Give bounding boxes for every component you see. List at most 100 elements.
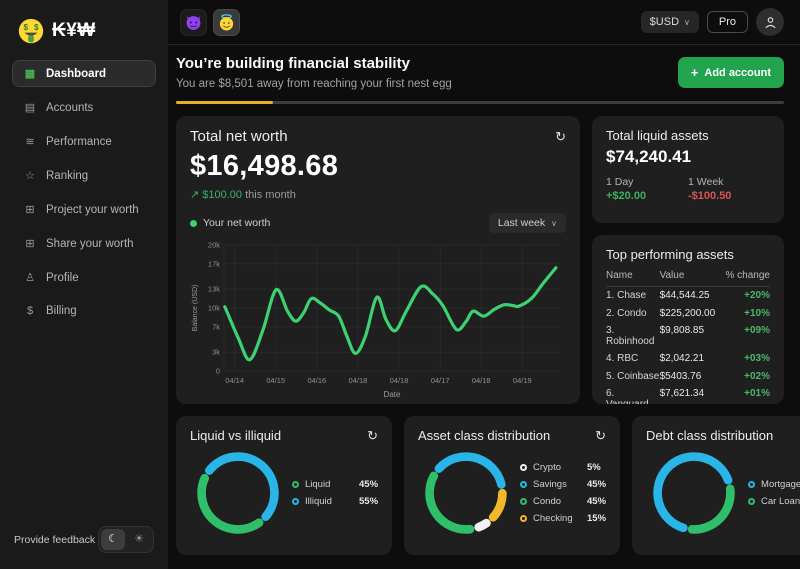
card-title: Debt class distribution (646, 428, 773, 443)
refresh-icon[interactable]: ↻ (367, 429, 378, 442)
asset-name: 2. Condo (606, 308, 660, 319)
asset-pct-change: +10% (718, 308, 770, 319)
dashboard-icon: ▦ (23, 67, 37, 80)
project-your-worth-icon: ⊞ (23, 203, 37, 216)
liquid-assets-value: $74,240.41 (606, 147, 770, 167)
card-title: Total net worth (190, 128, 288, 145)
legend-label: Liquid (305, 479, 353, 490)
legend-item: Condo 45% (520, 496, 606, 507)
sidebar-item-accounts[interactable]: ▤Accounts (12, 94, 156, 121)
legend-dot-icon (520, 464, 527, 471)
total-net-worth-card: Total net worth ↻ $16,498.68 ↗ $100.00 t… (176, 116, 580, 404)
legend-label: Mortgage (761, 479, 800, 490)
sidebar-item-ranking[interactable]: ☆Ranking (12, 162, 156, 189)
emoji-avatar-row (180, 9, 240, 36)
donut-legend: Mortgage70%Car Loan30% (748, 479, 800, 507)
legend-pct: 45% (359, 479, 378, 490)
app-root: $ $ ₭¥₩ ▦Dashboard ▤Accounts ≋ Performance ☆… (0, 0, 800, 569)
sidebar-item-dashboard[interactable]: ▦Dashboard (12, 60, 156, 87)
up-right-arrow-icon: ↗ (190, 189, 199, 201)
svg-text:3k: 3k (212, 348, 220, 357)
page-title: You’re building financial stability (176, 55, 452, 72)
asset-pct-change: +01% (718, 388, 770, 404)
currency-selector[interactable]: $USD ∨ (641, 11, 699, 33)
legend-dot-icon (190, 220, 197, 227)
plus-icon: + (691, 65, 699, 80)
user-avatar[interactable] (756, 8, 784, 36)
card-title: Top performing assets (606, 247, 770, 262)
dashboard-content: Total net worth ↻ $16,498.68 ↗ $100.00 t… (168, 104, 800, 569)
logo: $ $ ₭¥₩ (12, 16, 156, 60)
card-title: Total liquid assets (606, 128, 770, 143)
asset-value: $225,200.00 (660, 308, 718, 319)
sidebar-item-label: Performance (46, 136, 112, 148)
asset-pct-change: +03% (718, 353, 770, 364)
legend-pct: 15% (587, 513, 606, 524)
legend-item: Mortgage70% (748, 479, 800, 490)
net-worth-chart: 04/1404/1504/1604/1804/1804/1704/1804/19… (190, 237, 566, 406)
sidebar-item-profile[interactable]: ♙Profile (12, 264, 156, 291)
legend-item: Savings45% (520, 479, 606, 490)
net-worth-delta: ↗ $100.00 this month (190, 188, 566, 201)
legend-dot-icon (748, 498, 755, 505)
sidebar-item-billing[interactable]: $Billing (12, 298, 156, 324)
dark-mode-button[interactable]: ☾ (101, 529, 125, 550)
legend-pct: 45% (587, 479, 606, 490)
svg-text:04/15: 04/15 (266, 376, 285, 385)
performance-icon: ≋ (23, 135, 37, 148)
light-mode-button[interactable]: ☀ (127, 529, 151, 550)
svg-text:Date: Date (384, 390, 401, 399)
table-row: 5. Coinbase$5403.76+02% (606, 368, 770, 385)
sidebar: $ $ ₭¥₩ ▦Dashboard ▤Accounts ≋ Performance ☆… (0, 0, 168, 569)
add-account-button[interactable]: + Add account (678, 57, 784, 88)
svg-text:7k: 7k (212, 322, 220, 331)
table-header: Name Value % change (606, 262, 770, 287)
topbar-right: $USD ∨ Pro (641, 8, 784, 36)
legend-dot-icon (292, 498, 299, 505)
refresh-icon[interactable]: ↻ (555, 130, 566, 143)
asset-pct-change: +20% (718, 290, 770, 301)
card-title: Asset class distribution (418, 428, 550, 443)
legend-label: Checking (533, 513, 581, 524)
asset-class-distribution-card: Asset class distribution ↻ Crypto5%Savin… (404, 416, 620, 555)
svg-text:04/17: 04/17 (431, 376, 450, 385)
one-week-value: -$100.50 (688, 190, 770, 202)
sidebar-item-label: Accounts (46, 102, 93, 114)
table-row: 1. Chase$44,544.25+20% (606, 287, 770, 304)
top-performing-assets-card: Top performing assets Name Value % chang… (592, 235, 784, 404)
svg-text:17k: 17k (208, 259, 220, 268)
donut-legend: Liquid 45% Illiquid55% (292, 479, 378, 507)
liquid-vs-illiquid-card: Liquid vs illiquid ↻ Liquid 45% Illiquid55… (176, 416, 392, 555)
asset-value: $5403.76 (660, 371, 718, 382)
card-title: Liquid vs illiquid (190, 428, 281, 443)
total-liquid-assets-card: Total liquid assets $74,240.41 1 Day 1 W… (592, 116, 784, 223)
theme-toggle: ☾ ☀ (98, 526, 154, 553)
svg-text:04/18: 04/18 (472, 376, 491, 385)
donut-legend: Crypto5%Savings45%Condo45%Checking15% (520, 462, 606, 524)
legend-dot-icon (520, 481, 527, 488)
sidebar-item-share-your-worth[interactable]: ⊞Share your worth (12, 230, 156, 257)
legend-pct: 5% (587, 462, 601, 473)
time-range-selector[interactable]: Last week ∨ (489, 213, 566, 233)
page-header: You’re building financial stability You … (168, 45, 800, 104)
main-area: $USD ∨ Pro You’re building financ (168, 0, 800, 569)
svg-text:0: 0 (216, 367, 220, 376)
legend-label: Car Loan (761, 496, 800, 507)
asset-pct-change: +02% (718, 371, 770, 382)
sidebar-item-performance[interactable]: ≋ Performance (12, 128, 156, 155)
sidebar-item-label: Billing (46, 305, 77, 317)
topbar: $USD ∨ Pro (168, 0, 800, 45)
devil-face-icon[interactable] (180, 9, 207, 36)
svg-text:04/18: 04/18 (390, 376, 409, 385)
sidebar-item-project-your-worth[interactable]: ⊞Project your worth (12, 196, 156, 223)
refresh-icon[interactable]: ↻ (595, 429, 606, 442)
logo-text: ₭¥₩ (52, 20, 96, 42)
asset-name: 6. Vanguard (606, 388, 660, 404)
provide-feedback-link[interactable]: Provide feedback (14, 534, 95, 546)
legend-pct: 45% (587, 496, 606, 507)
halo-face-icon[interactable] (213, 9, 240, 36)
pro-badge[interactable]: Pro (707, 11, 748, 33)
legend-label: Condo (533, 496, 581, 507)
legend-item: Illiquid55% (292, 496, 378, 507)
chevron-down-icon: ∨ (684, 18, 690, 27)
